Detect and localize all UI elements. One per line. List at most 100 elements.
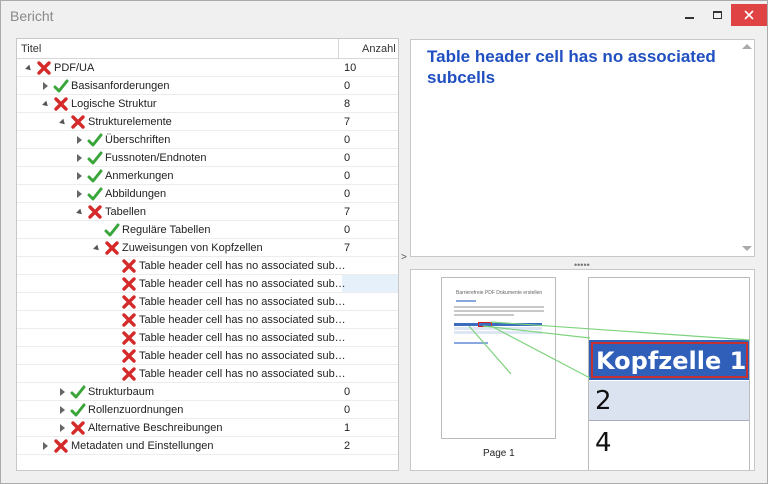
close-button[interactable] [731, 4, 767, 26]
pass-check-icon [87, 168, 103, 184]
tree-row[interactable]: Überschriften 0 [17, 131, 398, 149]
tree-row-label: Metadaten und Einstellungen [71, 440, 214, 452]
pass-check-icon [104, 222, 120, 238]
fail-cross-icon [121, 276, 137, 292]
close-icon [744, 10, 754, 20]
maximize-icon [712, 11, 722, 19]
collapsed-arrow-icon[interactable] [60, 388, 65, 396]
thumbnail-table-row [454, 331, 542, 334]
tree-row-count: 8 [344, 98, 351, 110]
tree-row[interactable]: Table header cell has no associated sub… [17, 311, 398, 329]
preview-panel: Barrierefreie PDF Dokumente erstellen Pa… [410, 269, 755, 471]
tree-row-count: 7 [344, 242, 351, 254]
page-label: Page 1 [483, 448, 515, 459]
tree-row[interactable]: Abbildungen 0 [17, 185, 398, 203]
tree-row[interactable]: Rollenzuordnungen 0 [17, 401, 398, 419]
tree-row-count: 0 [344, 404, 351, 416]
tree-row[interactable]: Fussnoten/Endnoten 0 [17, 149, 398, 167]
tree-row-count: 10 [344, 62, 357, 74]
tree-row[interactable]: Tabellen 7 [17, 203, 398, 221]
collapse-arrow-icon[interactable]: > [401, 252, 407, 263]
scroll-up-arrow-icon[interactable] [742, 44, 752, 49]
tree-row-label: Rollenzuordnungen [88, 404, 184, 416]
collapsed-arrow-icon[interactable] [77, 172, 82, 180]
fail-cross-icon [36, 60, 52, 76]
collapsed-arrow-icon[interactable] [60, 424, 65, 432]
thumbnail-line [454, 306, 544, 308]
collapsed-arrow-icon[interactable] [77, 136, 82, 144]
tree-row-label: Strukturelemente [88, 116, 172, 128]
pass-check-icon [87, 186, 103, 202]
column-header-count[interactable]: Anzahl [362, 43, 396, 55]
tree-row[interactable]: Table header cell has no associated sub… [17, 257, 398, 275]
title-bar[interactable]: Bericht [1, 1, 767, 31]
zoom-view: Kopfzelle 1 2 4 [588, 277, 750, 470]
tree-row-count: 0 [344, 152, 351, 164]
selected-cell-highlight [342, 275, 398, 292]
tree-row[interactable]: Table header cell has no associated sub… [17, 275, 398, 293]
expanded-arrow-icon[interactable] [76, 208, 84, 217]
tree-row-count: 0 [344, 134, 351, 146]
tree-row-label: Strukturbaum [88, 386, 155, 398]
tree-row-count: 0 [344, 170, 351, 182]
tree-row-count: 7 [344, 116, 351, 128]
minimize-button[interactable] [676, 4, 702, 26]
tree-row[interactable]: Reguläre Tabellen 0 [17, 221, 398, 239]
tree-row-count: 1 [344, 422, 351, 434]
tree-row[interactable]: Table header cell has no associated sub… [17, 365, 398, 383]
tree-row[interactable]: Alternative Beschreibungen 1 [17, 419, 398, 437]
tree-row[interactable]: Metadaten und Einstellungen 2 [17, 437, 398, 455]
pass-check-icon [70, 384, 86, 400]
page-thumbnail[interactable]: Barrierefreie PDF Dokumente erstellen [441, 277, 556, 439]
collapsed-arrow-icon[interactable] [77, 190, 82, 198]
collapsed-arrow-icon[interactable] [43, 442, 48, 450]
tree-row-label: Table header cell has no associated sub… [139, 314, 346, 326]
thumbnail-line [456, 300, 476, 302]
fail-cross-icon [70, 114, 86, 130]
minimize-icon [684, 17, 694, 19]
zoom-row-text: 4 [595, 428, 612, 458]
tree-row[interactable]: Strukturelemente 7 [17, 113, 398, 131]
tree-row[interactable]: Strukturbaum 0 [17, 383, 398, 401]
tree-row[interactable]: Zuweisungen von Kopfzellen 7 [17, 239, 398, 257]
expanded-arrow-icon[interactable] [93, 244, 101, 253]
collapsed-arrow-icon[interactable] [77, 154, 82, 162]
fail-cross-icon [121, 348, 137, 364]
scroll-down-arrow-icon[interactable] [742, 246, 752, 251]
thumbnail-title: Barrierefreie PDF Dokumente erstellen [456, 290, 543, 296]
tree-row[interactable]: Table header cell has no associated sub… [17, 293, 398, 311]
message-panel: Table header cell has no associated subc… [410, 39, 755, 257]
fail-cross-icon [121, 294, 137, 310]
tree-row-label: Table header cell has no associated sub… [139, 350, 346, 362]
pass-check-icon [70, 402, 86, 418]
tree-row[interactable]: Table header cell has no associated sub… [17, 347, 398, 365]
thumbnail-table-header [454, 323, 542, 326]
column-separator[interactable] [338, 39, 339, 59]
column-header-title[interactable]: Titel [21, 43, 41, 55]
report-tree[interactable]: Titel Anzahl PDF/UA 10 Basisanforderungen 0… [16, 38, 399, 471]
report-window: Bericht Titel Anzahl PDF/UA 10 Basisanford… [0, 0, 768, 484]
expanded-arrow-icon[interactable] [25, 64, 33, 73]
fail-cross-icon [121, 312, 137, 328]
thumbnail-table-row [454, 327, 542, 330]
tree-row-label: Table header cell has no associated sub… [139, 332, 346, 344]
collapsed-arrow-icon[interactable] [43, 82, 48, 90]
tree-row[interactable]: Basisanforderungen 0 [17, 77, 398, 95]
tree-row-label: Table header cell has no associated sub… [139, 260, 346, 272]
expanded-arrow-icon[interactable] [59, 118, 67, 127]
tree-row-label: PDF/UA [54, 62, 95, 74]
tree-header: Titel Anzahl [17, 39, 398, 59]
tree-row[interactable]: Logische Struktur 8 [17, 95, 398, 113]
tree-row-count: 2 [344, 440, 351, 452]
thumbnail-link-line [454, 342, 488, 344]
expanded-arrow-icon[interactable] [42, 100, 50, 109]
maximize-button[interactable] [704, 4, 730, 26]
tree-row-label: Reguläre Tabellen [122, 224, 211, 236]
tree-row-count: 7 [344, 206, 351, 218]
collapsed-arrow-icon[interactable] [60, 406, 65, 414]
pass-check-icon [53, 78, 69, 94]
tree-row[interactable]: Table header cell has no associated sub… [17, 329, 398, 347]
tree-row[interactable]: PDF/UA 10 [17, 59, 398, 77]
tree-row[interactable]: Anmerkungen 0 [17, 167, 398, 185]
thumbnail-table [454, 323, 542, 335]
